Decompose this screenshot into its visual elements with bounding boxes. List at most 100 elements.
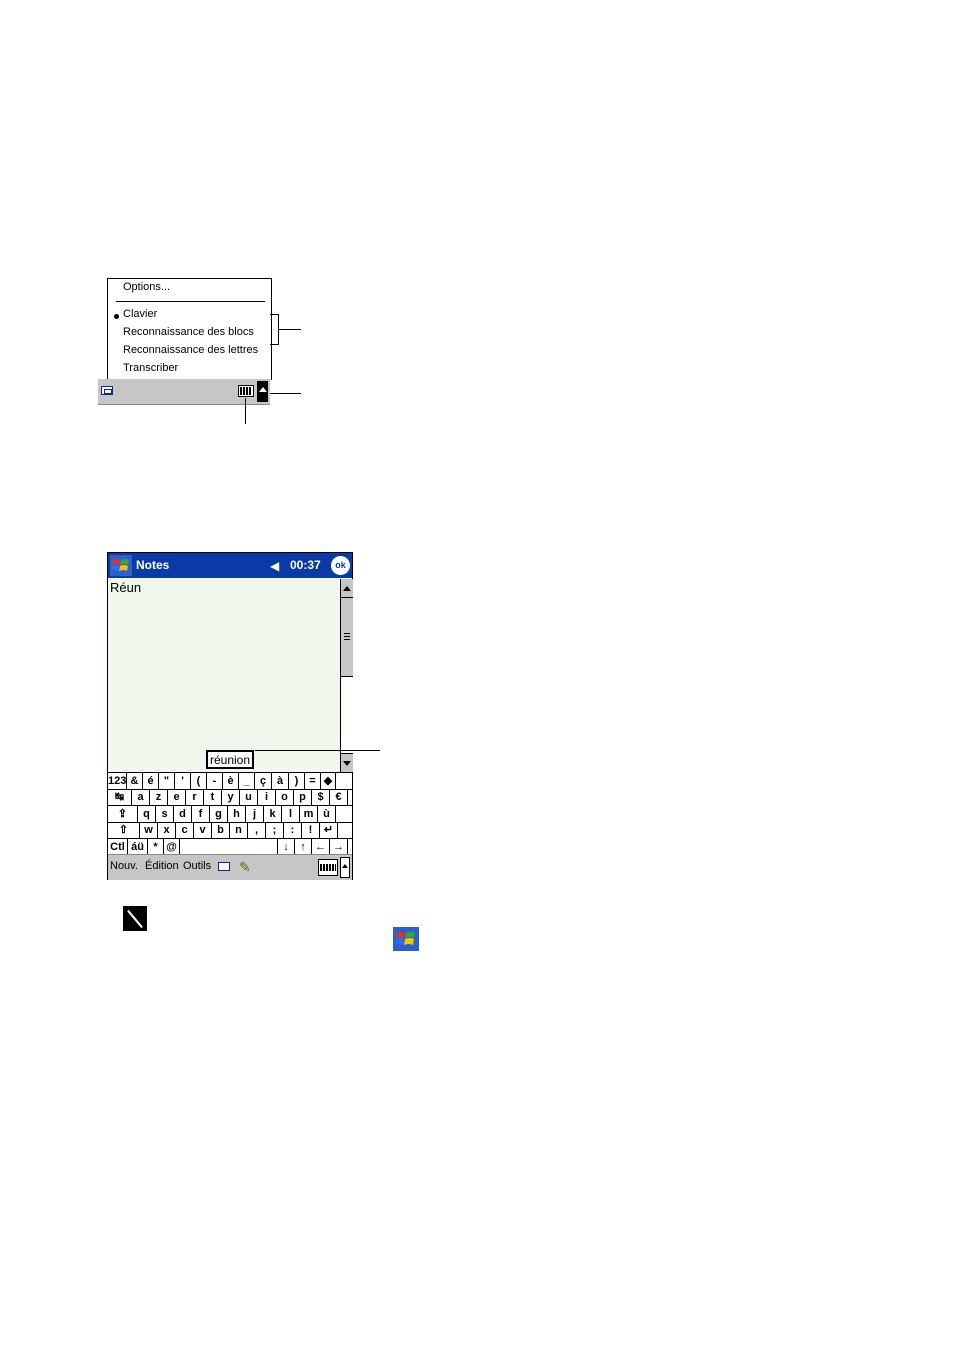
key[interactable]: ( xyxy=(191,773,207,789)
title-bar: Notes ◀︎ 00:37 ok xyxy=(108,553,352,578)
note-text[interactable]: Réun xyxy=(110,580,141,595)
input-selector-arrow-icon[interactable] xyxy=(257,381,268,402)
callout-line xyxy=(245,398,246,424)
scroll-down-icon[interactable] xyxy=(341,753,353,772)
key[interactable]: 123 xyxy=(108,773,127,789)
key[interactable]: " xyxy=(159,773,175,789)
key[interactable]: ⇪ xyxy=(108,805,138,822)
keyboard-row: 123 & é " '(- è _ ç à) = ◆ xyxy=(108,773,352,790)
input-selector-arrow-icon[interactable] xyxy=(340,857,350,878)
key[interactable]: g xyxy=(210,805,228,822)
key[interactable]: ↓ xyxy=(278,838,295,855)
key[interactable]: x xyxy=(158,822,176,839)
clock[interactable]: 00:37 xyxy=(290,558,321,572)
key[interactable]: & xyxy=(127,773,143,789)
key[interactable]: f xyxy=(192,805,210,822)
keyboard-row: ↹ a z e r t y u i o p $ € xyxy=(108,789,352,807)
key[interactable]: h xyxy=(228,805,246,822)
key[interactable]: : xyxy=(284,822,302,839)
notes-screen: Notes ◀︎ 00:37 ok Réun réunion 123 & é " '(-… xyxy=(107,552,353,880)
menu-item-keyboard[interactable]: Clavier xyxy=(123,308,157,320)
scroll-thumb[interactable] xyxy=(341,598,353,677)
menu-item-options[interactable]: Options... xyxy=(123,281,170,293)
key[interactable]: b xyxy=(212,822,230,839)
callout-line xyxy=(270,393,301,394)
app-title: Notes xyxy=(136,558,170,572)
key[interactable]: _ xyxy=(239,773,255,789)
key[interactable]: $ xyxy=(312,789,330,806)
key[interactable]: o xyxy=(276,789,294,806)
key[interactable]: s xyxy=(156,805,174,822)
selected-bullet-icon xyxy=(114,314,119,319)
key-space[interactable] xyxy=(180,838,278,855)
key[interactable]: ↵ xyxy=(320,822,338,839)
key[interactable]: ↑ xyxy=(295,838,312,855)
key[interactable]: y xyxy=(222,789,240,806)
speaker-icon[interactable]: ◀︎ xyxy=(270,559,279,573)
key[interactable]: c xyxy=(176,822,194,839)
key[interactable]: k xyxy=(264,805,282,822)
input-method-menu: Options... Clavier Reconnaissance des bl… xyxy=(107,278,272,380)
key[interactable]: a xyxy=(132,789,150,806)
key[interactable]: e xyxy=(168,789,186,806)
key[interactable]: à xyxy=(272,773,289,789)
key[interactable]: r xyxy=(186,789,204,806)
key[interactable]: = xyxy=(305,773,321,789)
key[interactable]: ç xyxy=(255,773,272,789)
keyboard-row: ⇧ w x c v b n,;:! ↵ xyxy=(108,822,352,840)
windows-start-icon[interactable] xyxy=(110,555,132,576)
key[interactable]: n xyxy=(230,822,248,839)
key[interactable]: Ctl xyxy=(108,838,128,855)
key[interactable]: áü xyxy=(128,838,148,855)
stylus-pen-icon xyxy=(123,906,147,931)
key[interactable]: ) xyxy=(289,773,305,789)
pen-icon[interactable]: ✎ xyxy=(239,859,251,876)
key[interactable]: ⇧ xyxy=(108,822,140,839)
key[interactable]: ù xyxy=(318,805,336,822)
key[interactable]: @ xyxy=(164,838,180,855)
key[interactable]: , xyxy=(248,822,266,839)
key[interactable]: m xyxy=(300,805,318,822)
key[interactable]: z xyxy=(150,789,168,806)
key[interactable]: p xyxy=(294,789,312,806)
key[interactable]: * xyxy=(148,838,164,855)
key[interactable]: ; xyxy=(266,822,284,839)
key[interactable]: q xyxy=(138,805,156,822)
ok-button[interactable]: ok xyxy=(331,556,350,575)
key[interactable]: d xyxy=(174,805,192,822)
key[interactable]: l xyxy=(282,805,300,822)
key[interactable]: j xyxy=(246,805,264,822)
scroll-up-icon[interactable] xyxy=(341,579,353,598)
key[interactable]: ! xyxy=(302,822,320,839)
keyboard-icon[interactable] xyxy=(318,859,338,876)
key[interactable]: - xyxy=(207,773,223,789)
key[interactable]: ◆ xyxy=(321,773,336,789)
key[interactable]: → xyxy=(330,838,348,855)
vertical-scrollbar[interactable] xyxy=(340,579,353,772)
callout-line xyxy=(270,344,279,345)
key[interactable]: è xyxy=(223,773,239,789)
key[interactable]: € xyxy=(330,789,348,806)
key[interactable]: w xyxy=(140,822,158,839)
callout-line xyxy=(279,329,301,330)
menu-item-block-recognizer[interactable]: Reconnaissance des blocs xyxy=(123,326,254,338)
input-panel-icon[interactable] xyxy=(101,386,113,395)
word-suggestion[interactable]: réunion xyxy=(206,750,254,769)
key[interactable]: v xyxy=(194,822,212,839)
menu-tools[interactable]: Outils xyxy=(183,860,211,872)
key[interactable]: i xyxy=(258,789,276,806)
menu-item-transcriber[interactable]: Transcriber xyxy=(123,362,178,374)
key[interactable]: t xyxy=(204,789,222,806)
keyboard-icon[interactable] xyxy=(238,385,254,397)
soft-keyboard: 123 & é " '(- è _ ç à) = ◆ ↹ a z e r t y u i o p $ € ⇪ q s d f g h j k l m… xyxy=(108,772,352,856)
menu-item-letter-recognizer[interactable]: Reconnaissance des lettres xyxy=(123,344,258,356)
key[interactable]: ← xyxy=(312,838,330,855)
recording-toolbar-icon[interactable] xyxy=(218,862,230,871)
menu-new[interactable]: Nouv. xyxy=(110,860,138,872)
keyboard-row: ⇪ q s d f g h j k l m ù xyxy=(108,805,352,823)
menu-edit[interactable]: Édition xyxy=(145,860,179,872)
key[interactable]: u xyxy=(240,789,258,806)
key[interactable]: ' xyxy=(175,773,191,789)
key[interactable]: é xyxy=(143,773,159,789)
key[interactable]: ↹ xyxy=(108,789,132,806)
